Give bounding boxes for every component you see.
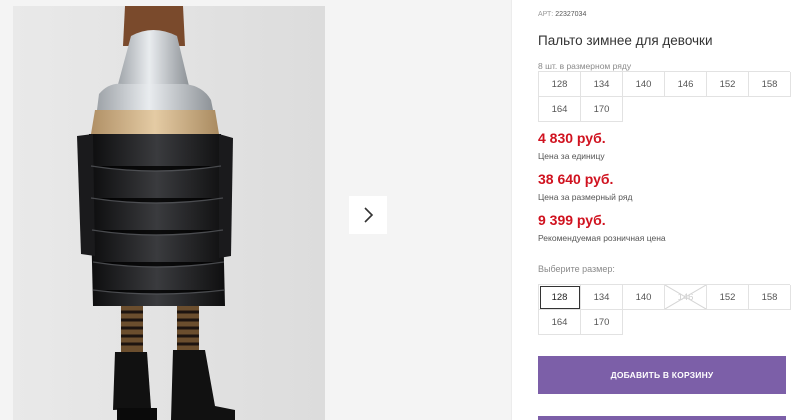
pack-size-grid: 128 134 140 146 152 158 164 170 (538, 71, 791, 122)
size-option[interactable]: 134 (581, 285, 623, 310)
size-option[interactable]: 164 (539, 310, 581, 335)
size-option[interactable]: 152 (707, 285, 749, 310)
article-number: АРТ: 22327034 (538, 11, 586, 18)
pack-size-cell: 158 (749, 72, 791, 97)
size-option[interactable]: 158 (749, 285, 791, 310)
size-option[interactable]: 170 (581, 310, 623, 335)
retail-price-note: Рекомендуемая розничная цена (538, 233, 666, 243)
pack-size-cell: 164 (539, 97, 581, 122)
pack-size-cell: 146 (665, 72, 707, 97)
panel-divider (511, 0, 512, 420)
size-option[interactable]: 140 (623, 285, 665, 310)
article-value: 22327034 (555, 11, 587, 18)
size-option-unavailable: 146 (665, 285, 707, 310)
pack-size-cell: 140 (623, 72, 665, 97)
retail-price: 9 399 руб. (538, 212, 606, 228)
unit-price-note: Цена за единицу (538, 151, 605, 161)
article-label: АРТ: (538, 11, 554, 18)
gallery-next-button[interactable] (349, 196, 387, 234)
product-photo[interactable] (13, 6, 325, 420)
size-selector: 128 134 140 146 152 158 164 170 (538, 284, 791, 335)
size-selector-label: Выберите размер: (538, 264, 615, 274)
pack-size-cell: 128 (539, 72, 581, 97)
product-title: Пальто зимнее для девочки (538, 33, 713, 48)
add-to-cart-button[interactable]: ДОБАВИТЬ В КОРЗИНУ (538, 356, 786, 394)
pack-price: 38 640 руб. (538, 171, 614, 187)
pack-size-cell: 170 (581, 97, 623, 122)
pack-price-note: Цена за размерный ряд (538, 192, 633, 202)
pack-size-cell: 152 (707, 72, 749, 97)
product-page: АРТ: 22327034 Пальто зимнее для девочки … (0, 0, 800, 420)
pack-size-label: 8 шт. в размерном ряду (538, 61, 632, 71)
secondary-button-edge[interactable] (538, 416, 786, 420)
chevron-right-icon (364, 207, 374, 223)
unit-price: 4 830 руб. (538, 130, 606, 146)
size-option-selected[interactable]: 128 (539, 285, 581, 310)
pack-size-cell: 134 (581, 72, 623, 97)
unavailable-cross-icon (665, 285, 706, 309)
